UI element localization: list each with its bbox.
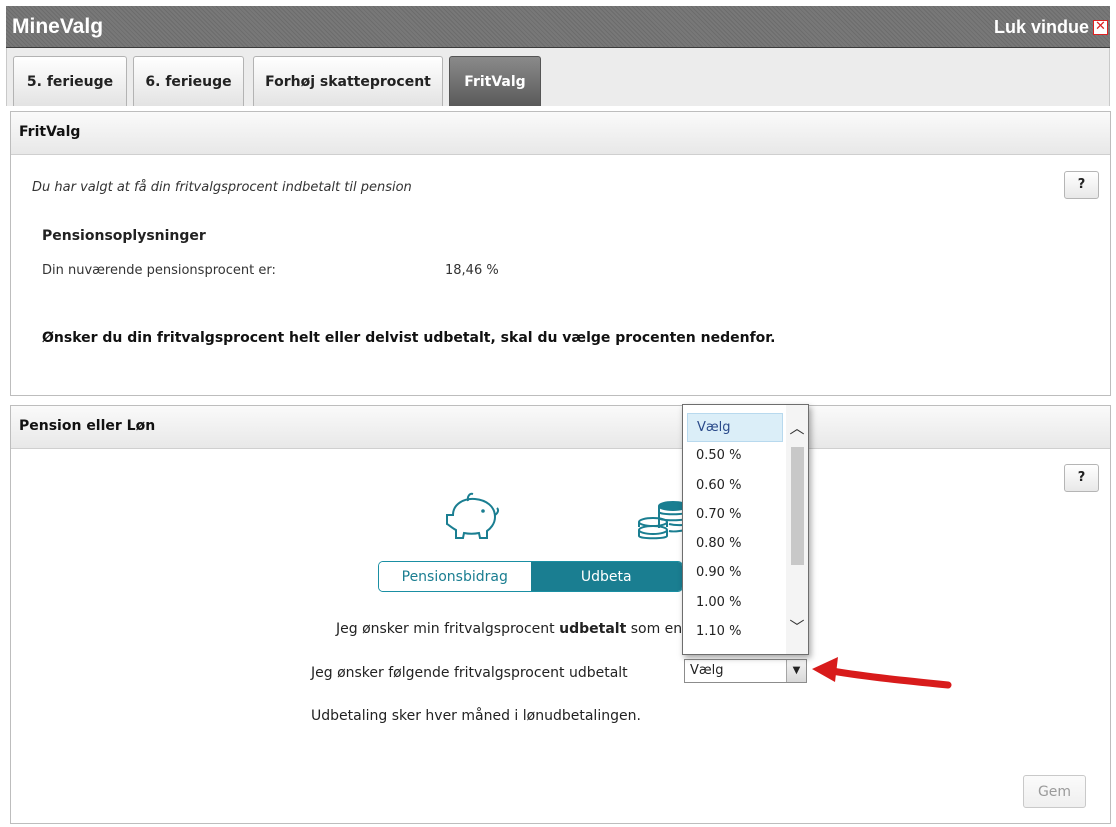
- chevron-up-icon[interactable]: ︿: [789, 417, 805, 437]
- scrollbar-thumb[interactable]: [791, 447, 804, 565]
- app-title: MineValg: [12, 15, 104, 38]
- dropdown-option[interactable]: 0.70 %: [687, 501, 783, 530]
- dropdown-scrollbar[interactable]: ︿ ﹀: [786, 405, 808, 654]
- select-percentage-label: Jeg ønsker følgende fritvalgsprocent udb…: [311, 665, 628, 681]
- pension-panel-title: Pension eller Løn: [11, 406, 1110, 449]
- payout-desire-suffix: som en: [626, 621, 683, 637]
- tab-5-ferieuge[interactable]: 5. ferieuge: [13, 56, 127, 106]
- payout-notice: Ønsker du din fritvalgsprocent helt elle…: [42, 330, 776, 346]
- dropdown-option[interactable]: 0.50 %: [687, 442, 783, 471]
- close-window-button[interactable]: Luk vindue ✕: [994, 17, 1108, 38]
- dropdown-option[interactable]: 1.00 %: [687, 589, 783, 618]
- close-icon: ✕: [1093, 20, 1108, 35]
- current-pension-value: 18,46 %: [445, 263, 499, 278]
- toggle-pensionsbidrag[interactable]: Pensionsbidrag: [379, 562, 531, 591]
- payment-note: Udbetaling sker hver måned i lønudbetali…: [311, 708, 641, 724]
- percentage-select-value: Vælg: [690, 663, 724, 678]
- close-window-label: Luk vindue: [993, 17, 1089, 37]
- chevron-down-icon[interactable]: ▼: [786, 660, 806, 682]
- pension-salary-toggle[interactable]: Pensionsbidrag Udbeta: [378, 561, 683, 592]
- payout-desire-prefix: Jeg ønsker min fritvalgsprocent: [336, 621, 560, 637]
- percentage-select[interactable]: Vælg ▼: [684, 659, 807, 683]
- dropdown-option[interactable]: 0.90 %: [687, 559, 783, 588]
- pension-or-salary-panel: Pension eller Løn ? Pensionsbidrag Udbet…: [10, 405, 1111, 824]
- fritvalg-intro-text: Du har valgt at få din fritvalgsprocent …: [32, 180, 412, 195]
- dropdown-options: Vælg 0.50 % 0.60 % 0.70 % 0.80 % 0.90 % …: [687, 413, 783, 647]
- save-button[interactable]: Gem: [1023, 775, 1086, 808]
- title-bar: MineValg Luk vindue ✕: [6, 6, 1110, 48]
- tab-6-ferieuge[interactable]: 6. ferieuge: [133, 56, 244, 106]
- fritvalg-panel: FritValg ? Du har valgt at få din fritva…: [10, 111, 1111, 396]
- piggy-bank-icon: [446, 492, 500, 539]
- tab-bar: 5. ferieuge 6. ferieuge Forhøj skattepro…: [6, 48, 1110, 106]
- dropdown-option[interactable]: 1.10 %: [687, 618, 783, 647]
- tab-fritvalg[interactable]: FritValg: [449, 56, 541, 106]
- current-pension-label: Din nuværende pensionsprocent er:: [42, 263, 276, 278]
- payout-desire-bold: udbetalt: [559, 621, 627, 637]
- payout-desire-text: Jeg ønsker min fritvalgsprocent udbetalt…: [336, 621, 682, 637]
- chevron-down-icon[interactable]: ﹀: [789, 616, 805, 636]
- dropdown-option[interactable]: 0.60 %: [687, 472, 783, 501]
- fritvalg-panel-title: FritValg: [11, 112, 1110, 155]
- dropdown-option[interactable]: Vælg: [687, 413, 783, 443]
- fritvalg-help-button[interactable]: ?: [1064, 171, 1099, 199]
- dropdown-option[interactable]: 0.80 %: [687, 530, 783, 559]
- tab-forhoj-skatteprocent[interactable]: Forhøj skatteprocent: [253, 56, 443, 106]
- percentage-dropdown-list: Vælg 0.50 % 0.60 % 0.70 % 0.80 % 0.90 % …: [682, 404, 809, 655]
- pension-info-heading: Pensionsoplysninger: [42, 228, 206, 244]
- pension-help-button[interactable]: ?: [1064, 464, 1099, 492]
- red-arrow-annotation: [812, 657, 952, 689]
- toggle-udbetaling[interactable]: Udbeta: [530, 562, 682, 591]
